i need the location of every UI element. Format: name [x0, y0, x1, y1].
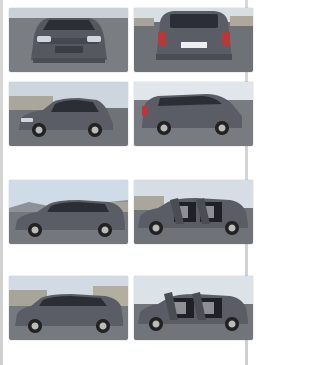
photo-gallery-grid [0, 0, 253, 365]
gallery-thumb-doors-open[interactable] [134, 180, 253, 244]
car-doors-open-front-photo [134, 276, 253, 340]
car-front-photo [9, 8, 128, 72]
gallery-thumb-rear[interactable] [134, 8, 253, 72]
car-side-right-photo [9, 276, 128, 340]
gallery-thumb-doors-open-front[interactable] [134, 276, 253, 340]
car-rear-photo [134, 8, 253, 72]
gallery-thumb-side-left[interactable] [9, 180, 128, 244]
gallery-thumb-rear-left[interactable] [134, 82, 253, 146]
car-side-photo [9, 180, 128, 244]
car-doors-open-photo [134, 180, 253, 244]
car-rear-left-photo [134, 82, 253, 146]
gallery-thumb-side-right[interactable] [9, 276, 128, 340]
car-front-left-photo [9, 82, 128, 146]
gallery-thumb-front-left[interactable] [9, 82, 128, 146]
gallery-thumb-front[interactable] [9, 8, 128, 72]
